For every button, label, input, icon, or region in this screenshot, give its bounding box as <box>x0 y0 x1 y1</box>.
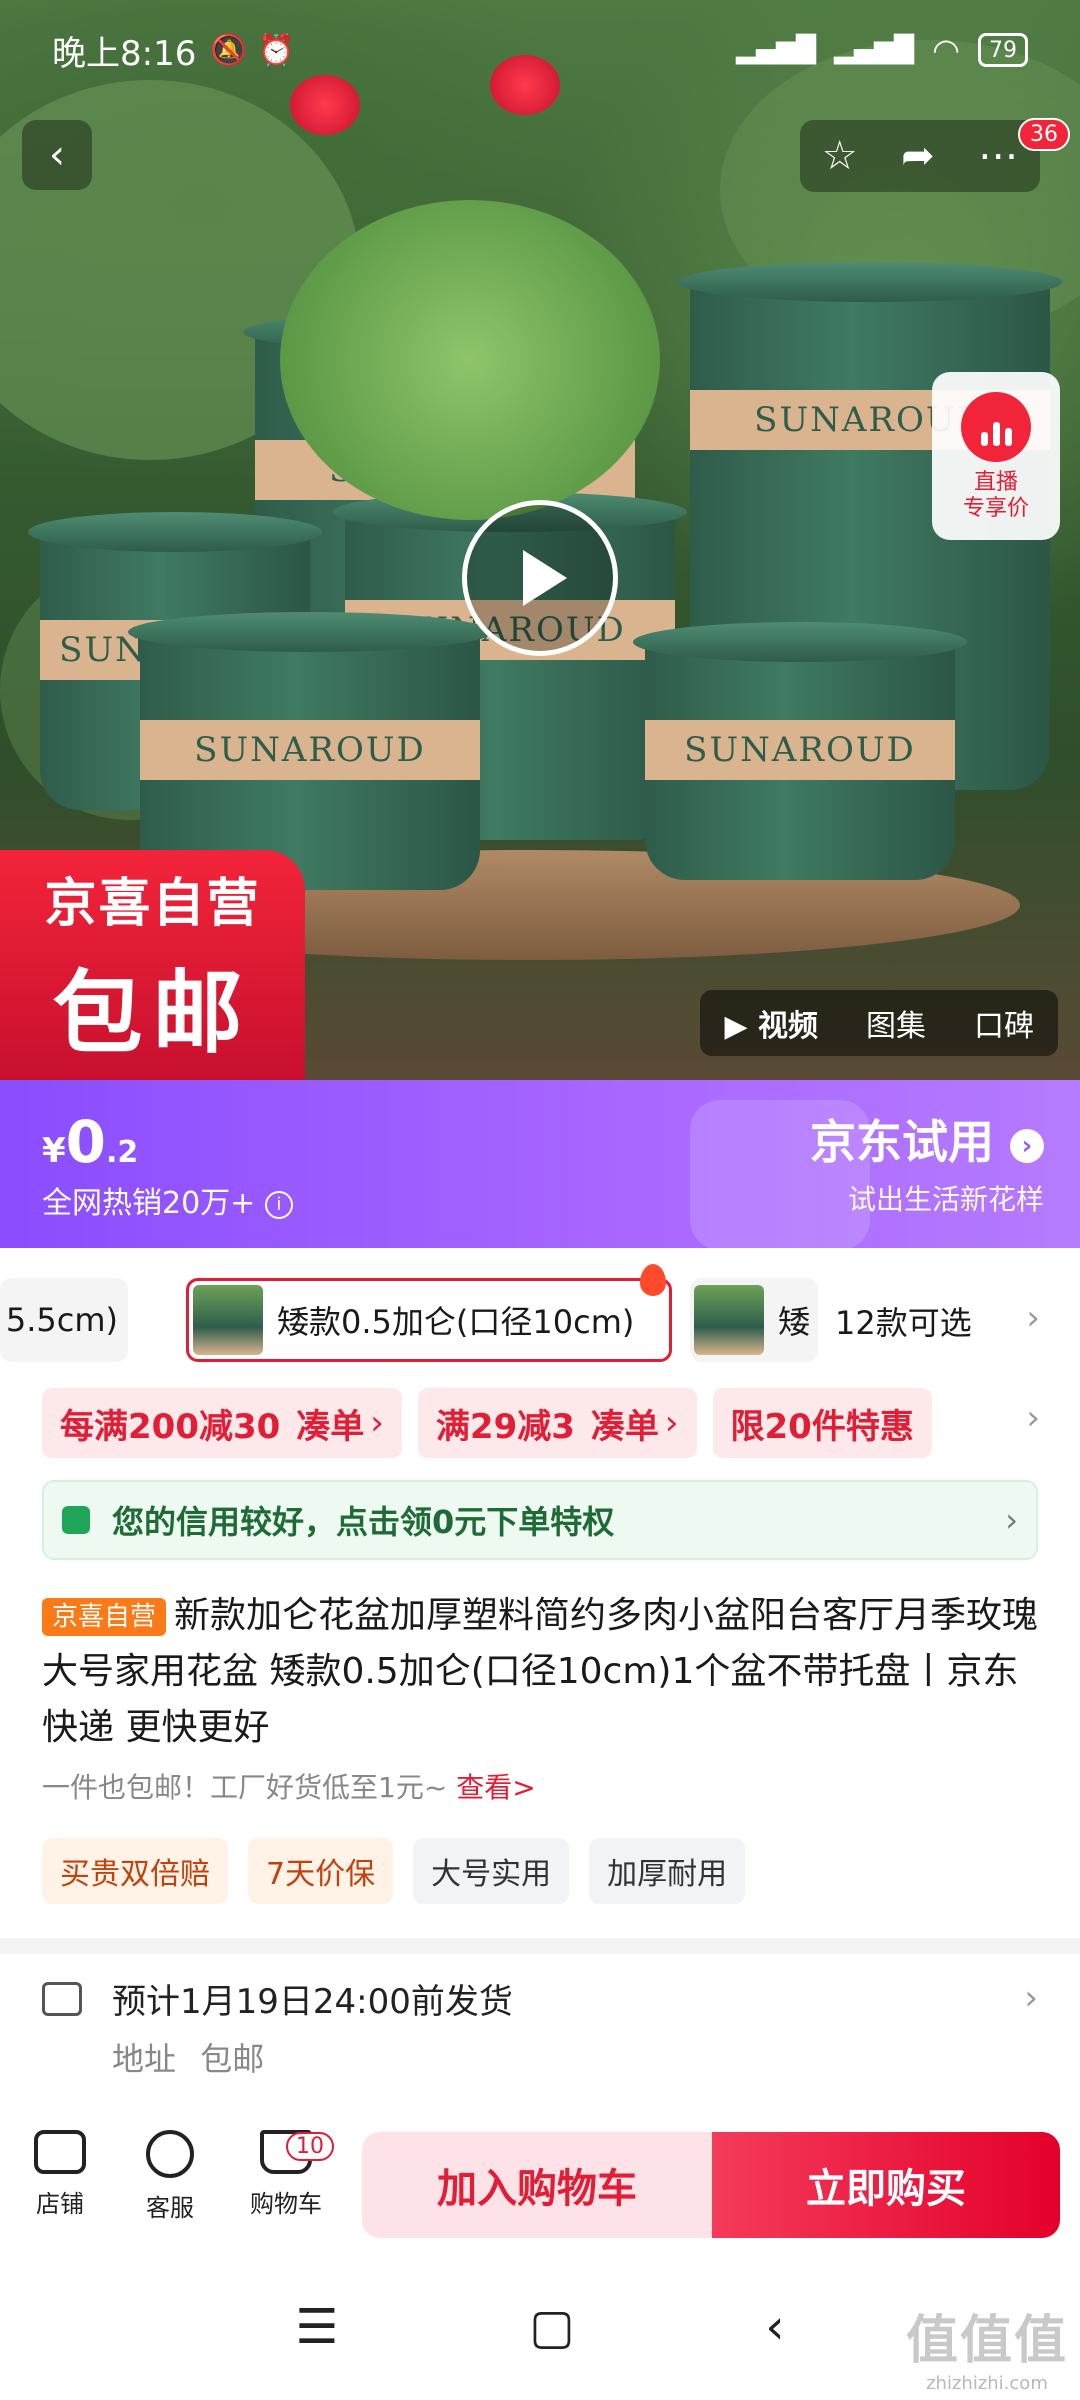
variant-count[interactable]: 12款可选 <box>835 1298 972 1344</box>
alarm-icon: ⏰ <box>257 32 296 68</box>
home-icon[interactable]: ▢ <box>529 2299 574 2355</box>
tab-reviews[interactable]: 口碑 <box>950 1001 1058 1045</box>
back-icon[interactable]: ‹ <box>765 2299 784 2355</box>
service-tags: 买贵双倍赔 7天价保 大号实用 加厚耐用 <box>42 1838 746 1904</box>
pot-front-right: SUNAROUD <box>633 622 967 880</box>
jingxi-badge: 京喜自营 包邮 <box>0 850 305 1080</box>
variant-option[interactable]: 矮 <box>690 1278 818 1362</box>
watermark: 值值值 zhizhizhi.com <box>905 2311 1068 2394</box>
hot-sales: 全网热销20万+ i <box>42 1178 293 1222</box>
coupon-item[interactable]: 限20件特惠 <box>712 1388 932 1458</box>
hot-flame-icon <box>640 1264 666 1296</box>
shipping-row[interactable]: 预计1月19日24:00前发货 地址 包邮 › <box>0 1954 1080 2114</box>
more-icon[interactable]: ⋯ <box>978 133 1018 179</box>
chevron-right-icon: › <box>1010 1128 1044 1163</box>
live-price-card[interactable]: 直播 专享价 <box>932 372 1060 540</box>
shopping-bag-icon <box>62 1506 90 1534</box>
cart-count-badge: 10 <box>286 2132 334 2161</box>
variant-selector: 5.5cm) 矮款0.5加仑(口径10cm) 矮 12款可选 › <box>0 1264 1080 1362</box>
battery-indicator: 79 <box>978 33 1028 67</box>
credit-banner[interactable]: 您的信用较好，点击领0元下单特权 › <box>42 1480 1038 1560</box>
badge-line2: 包邮 <box>52 960 253 1066</box>
truck-icon <box>42 1982 82 2016</box>
status-bar: 晚上8:16 🔕 ⏰ ▂▄▆█ ▂▄▆█ ◠ 79 <box>0 0 1080 100</box>
trial-title: 京东试用 <box>809 1115 994 1169</box>
shop-button[interactable]: 店铺 <box>10 2130 110 2219</box>
credit-text: 您的信用较好，点击领0元下单特权 <box>112 1503 615 1541</box>
signal-icon: ▂▄▆█ <box>736 35 817 65</box>
service-tag[interactable]: 大号实用 <box>413 1838 570 1904</box>
notification-badge: 36 <box>1018 118 1070 151</box>
live-label: 直播 专享价 <box>962 470 1029 521</box>
back-button[interactable]: ‹ <box>22 120 92 190</box>
promo-bar: ¥0.2 全网热销20万+ i 京东试用 › 试出生活新花样 <box>0 1080 1080 1250</box>
add-to-cart-button[interactable]: 加入购物车 <box>362 2132 712 2238</box>
service-tag[interactable]: 7天价保 <box>248 1838 394 1904</box>
price: ¥0.2 <box>42 1108 139 1176</box>
menu-icon[interactable]: ☰ <box>295 2299 338 2355</box>
bottom-action-bar: 店铺 客服 购物车 10 加入购物车 立即购买 <box>0 2114 1080 2254</box>
share-icon[interactable]: ➦ <box>901 133 935 179</box>
variant-option[interactable]: 5.5cm) <box>0 1278 128 1362</box>
variant-option-selected[interactable]: 矮款0.5加仑(口径10cm) <box>186 1278 672 1362</box>
variant-thumbnail <box>193 1285 263 1355</box>
live-icon <box>961 392 1031 462</box>
service-tag[interactable]: 加厚耐用 <box>589 1838 746 1904</box>
view-link[interactable]: 查看> <box>456 1771 535 1804</box>
variant-thumbnail <box>694 1285 764 1355</box>
product-title: 京喜自营 新款加仑花盆加厚塑料简约多肉小盆阳台客厅月季玫瑰大号家用花盆 矮款0.5… <box>42 1595 1039 1748</box>
info-icon[interactable]: i <box>264 1190 293 1219</box>
store-icon <box>34 2130 86 2174</box>
signal-icon-2: ▂▄▆█ <box>834 35 915 65</box>
tab-gallery[interactable]: 图集 <box>842 1001 950 1045</box>
shipping-estimate: 预计1月19日24:00前发货 <box>112 1982 513 2022</box>
media-tabs: ▶ 视频 图集 口碑 <box>700 990 1058 1056</box>
status-time: 晚上8:16 <box>52 33 197 74</box>
service-tag[interactable]: 买贵双倍赔 <box>42 1838 228 1904</box>
jd-trial-link[interactable]: 京东试用 › 试出生活新花样 <box>810 1106 1044 1218</box>
coupon-row: 每满200减30 凑单 › 满29减3 凑单 › 限20件特惠 <box>42 1388 932 1458</box>
coupon-item[interactable]: 满29减3 凑单 › <box>417 1388 697 1458</box>
product-subtitle: 一件也包邮！工厂好货低至1元~ 查看> <box>42 1771 536 1804</box>
product-info-card: 5.5cm) 矮款0.5加仑(口径10cm) 矮 12款可选 › 每满200减3… <box>0 1248 1080 1938</box>
mute-icon: 🔕 <box>210 32 248 68</box>
badge-line1: 京喜自营 <box>44 873 261 934</box>
trial-subtitle: 试出生活新花样 <box>847 1183 1044 1216</box>
customer-service-button[interactable]: 客服 <box>120 2130 220 2223</box>
chevron-right-icon: › <box>1005 1501 1018 1539</box>
tab-video[interactable]: ▶ 视频 <box>700 1001 842 1045</box>
chevron-left-icon: ‹ <box>49 132 65 178</box>
chevron-right-icon[interactable]: › <box>1026 1398 1040 1438</box>
coupon-item[interactable]: 每满200减30 凑单 › <box>42 1388 402 1458</box>
chevron-right-icon: › <box>1024 1978 1038 2018</box>
play-video-button[interactable] <box>462 500 618 656</box>
product-hero-image[interactable]: SUNAROUD SUNAROUD SUNAROUD SUNAROUD SUNA… <box>0 0 1080 1080</box>
buy-now-button[interactable]: 立即购买 <box>712 2132 1060 2238</box>
smile-chat-icon <box>146 2130 194 2178</box>
star-icon[interactable]: ☆ <box>822 133 858 179</box>
shipping-address: 地址 包邮 <box>112 2040 265 2078</box>
wifi-icon: ◠ <box>932 31 960 69</box>
chevron-right-icon[interactable]: › <box>1026 1298 1040 1338</box>
shop-tag: 京喜自营 <box>42 1598 167 1636</box>
rose-plant-leaves <box>280 200 660 520</box>
top-action-group: ☆ ➦ ⋯ <box>800 120 1040 192</box>
